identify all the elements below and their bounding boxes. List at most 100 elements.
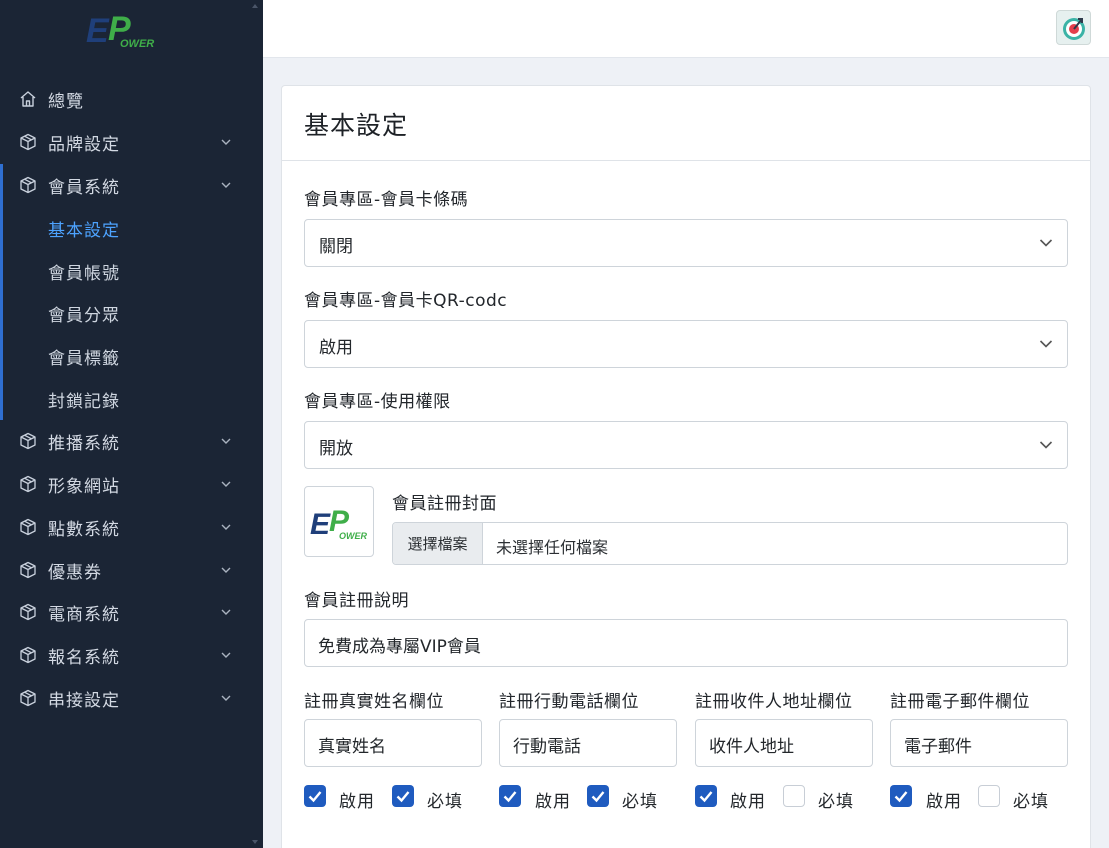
chevron-down-icon [220, 435, 232, 447]
address-field-value: 收件人地址 [709, 737, 794, 757]
checkmark-icon [591, 791, 605, 803]
svg-text:E: E [86, 12, 110, 50]
user-avatar-icon[interactable] [1056, 10, 1091, 45]
email-required-checkbox[interactable] [978, 785, 1000, 807]
sidebar-subitem-label: 封鎖記錄 [48, 391, 120, 412]
home-icon [19, 90, 37, 108]
file-status-text: 未選擇任何檔案 [496, 538, 609, 557]
email-enable-checkbox[interactable] [890, 785, 912, 807]
basic-settings-card: 基本設定 會員專區-會員卡條碼 關閉 會員專區-會員卡QR-codc 啟用 會員… [281, 85, 1091, 848]
svg-text:OWER: OWER [120, 38, 154, 50]
qrcode-select-value: 啟用 [319, 338, 353, 358]
sidebar-subitem-label: 基本設定 [48, 220, 120, 241]
sidebar-item-brand-settings[interactable]: 品牌設定 [0, 122, 263, 162]
name-field-value: 真實姓名 [318, 737, 386, 757]
sidebar-item-label: 點數系統 [48, 519, 120, 540]
phone-enable-checkbox[interactable] [499, 785, 521, 807]
checkmark-icon [308, 791, 322, 803]
qrcode-label: 會員專區-會員卡QR-codc [304, 291, 508, 311]
name-field-input[interactable]: 真實姓名 [304, 719, 482, 767]
barcode-select-value: 關閉 [319, 237, 353, 257]
sidebar-item-label: 推播系統 [48, 433, 120, 454]
phone-required-checkbox[interactable] [587, 785, 609, 807]
sidebar-item-label: 串接設定 [48, 690, 120, 711]
sidebar-subitem-member-segments[interactable]: 會員分眾 [0, 295, 263, 331]
sidebar: E P OWER 總覽 品牌設定 會員系統 基本設定 會員帳號 會員分眾 會員標… [0, 0, 263, 848]
phone-required-label: 必填 [622, 792, 658, 812]
chevron-down-icon [220, 564, 232, 576]
email-field-value: 電子郵件 [904, 737, 972, 757]
card-header: 基本設定 [282, 86, 1090, 161]
brand-logo-thumbnail: E P OWER [310, 505, 367, 540]
description-input-value: 免費成為專屬VIP會員 [318, 637, 481, 657]
chevron-down-icon [1039, 239, 1053, 247]
box-icon [19, 518, 37, 536]
email-enable-label: 啟用 [926, 792, 962, 812]
address-field-input[interactable]: 收件人地址 [695, 719, 873, 767]
sidebar-item-member-system[interactable]: 會員系統 [0, 165, 263, 205]
sidebar-item-label: 優惠券 [48, 562, 102, 583]
chevron-down-icon [220, 179, 232, 191]
sidebar-item-overview[interactable]: 總覽 [0, 79, 263, 119]
checkmark-icon [699, 791, 713, 803]
box-icon [19, 561, 37, 579]
scroll-down-arrow-icon[interactable] [251, 838, 259, 846]
box-icon [19, 689, 37, 707]
sidebar-subitem-basic-settings[interactable]: 基本設定 [0, 210, 263, 246]
permission-select-value: 開放 [319, 439, 353, 459]
sidebar-item-coupons[interactable]: 優惠券 [0, 550, 263, 590]
box-icon [19, 603, 37, 621]
barcode-label: 會員專區-會員卡條碼 [304, 190, 469, 210]
svg-text:OWER: OWER [339, 531, 367, 540]
sidebar-item-points-system[interactable]: 點數系統 [0, 507, 263, 547]
sidebar-subitem-block-records[interactable]: 封鎖記錄 [0, 381, 263, 417]
sidebar-item-registration[interactable]: 報名系統 [0, 635, 263, 675]
chevron-down-icon [1039, 340, 1053, 348]
sidebar-item-label: 總覽 [48, 91, 84, 112]
scroll-up-arrow-icon[interactable] [251, 2, 259, 10]
box-icon [19, 475, 37, 493]
cover-label: 會員註冊封面 [392, 494, 497, 514]
chevron-down-icon [220, 136, 232, 148]
name-enable-label: 啟用 [339, 792, 375, 812]
chevron-down-icon [220, 649, 232, 661]
description-input[interactable]: 免費成為專屬VIP會員 [304, 619, 1068, 667]
sidebar-item-ecommerce[interactable]: 電商系統 [0, 592, 263, 632]
qrcode-select[interactable]: 啟用 [304, 320, 1068, 368]
sidebar-subitem-label: 會員帳號 [48, 263, 120, 284]
sidebar-item-integration[interactable]: 串接設定 [0, 678, 263, 718]
address-enable-checkbox[interactable] [695, 785, 717, 807]
sidebar-subitem-member-tags[interactable]: 會員標籤 [0, 338, 263, 374]
chevron-down-icon [220, 606, 232, 618]
address-required-checkbox[interactable] [783, 785, 805, 807]
email-field-input[interactable]: 電子郵件 [890, 719, 1068, 767]
phone-field-value: 行動電話 [513, 737, 581, 757]
box-icon [19, 432, 37, 450]
sidebar-item-label: 報名系統 [48, 647, 120, 668]
brand-logo[interactable]: E P OWER [86, 10, 162, 50]
svg-text:E: E [310, 508, 331, 540]
name-required-checkbox[interactable] [392, 785, 414, 807]
cover-thumbnail: E P OWER [304, 486, 374, 557]
name-enable-checkbox[interactable] [304, 785, 326, 807]
address-enable-label: 啟用 [730, 792, 766, 812]
cover-file-input[interactable]: 選擇檔案 未選擇任何檔案 [392, 522, 1068, 565]
checkmark-icon [396, 791, 410, 803]
description-label: 會員註冊說明 [304, 591, 409, 611]
address-required-label: 必填 [818, 792, 854, 812]
sidebar-item-image-website[interactable]: 形象網站 [0, 464, 263, 504]
chevron-down-icon [220, 521, 232, 533]
name-field-label: 註冊真實姓名欄位 [304, 692, 444, 712]
sidebar-item-label: 形象網站 [48, 476, 120, 497]
phone-field-input[interactable]: 行動電話 [499, 719, 677, 767]
choose-file-button[interactable]: 選擇檔案 [393, 523, 483, 564]
sidebar-subitem-member-accounts[interactable]: 會員帳號 [0, 253, 263, 289]
barcode-select[interactable]: 關閉 [304, 219, 1068, 267]
sidebar-item-push-system[interactable]: 推播系統 [0, 421, 263, 461]
permission-select[interactable]: 開放 [304, 421, 1068, 469]
sidebar-subitem-label: 會員分眾 [48, 305, 120, 326]
box-icon [19, 646, 37, 664]
box-icon [19, 133, 37, 151]
permission-label: 會員專區-使用權限 [304, 392, 451, 412]
checkmark-icon [894, 791, 908, 803]
